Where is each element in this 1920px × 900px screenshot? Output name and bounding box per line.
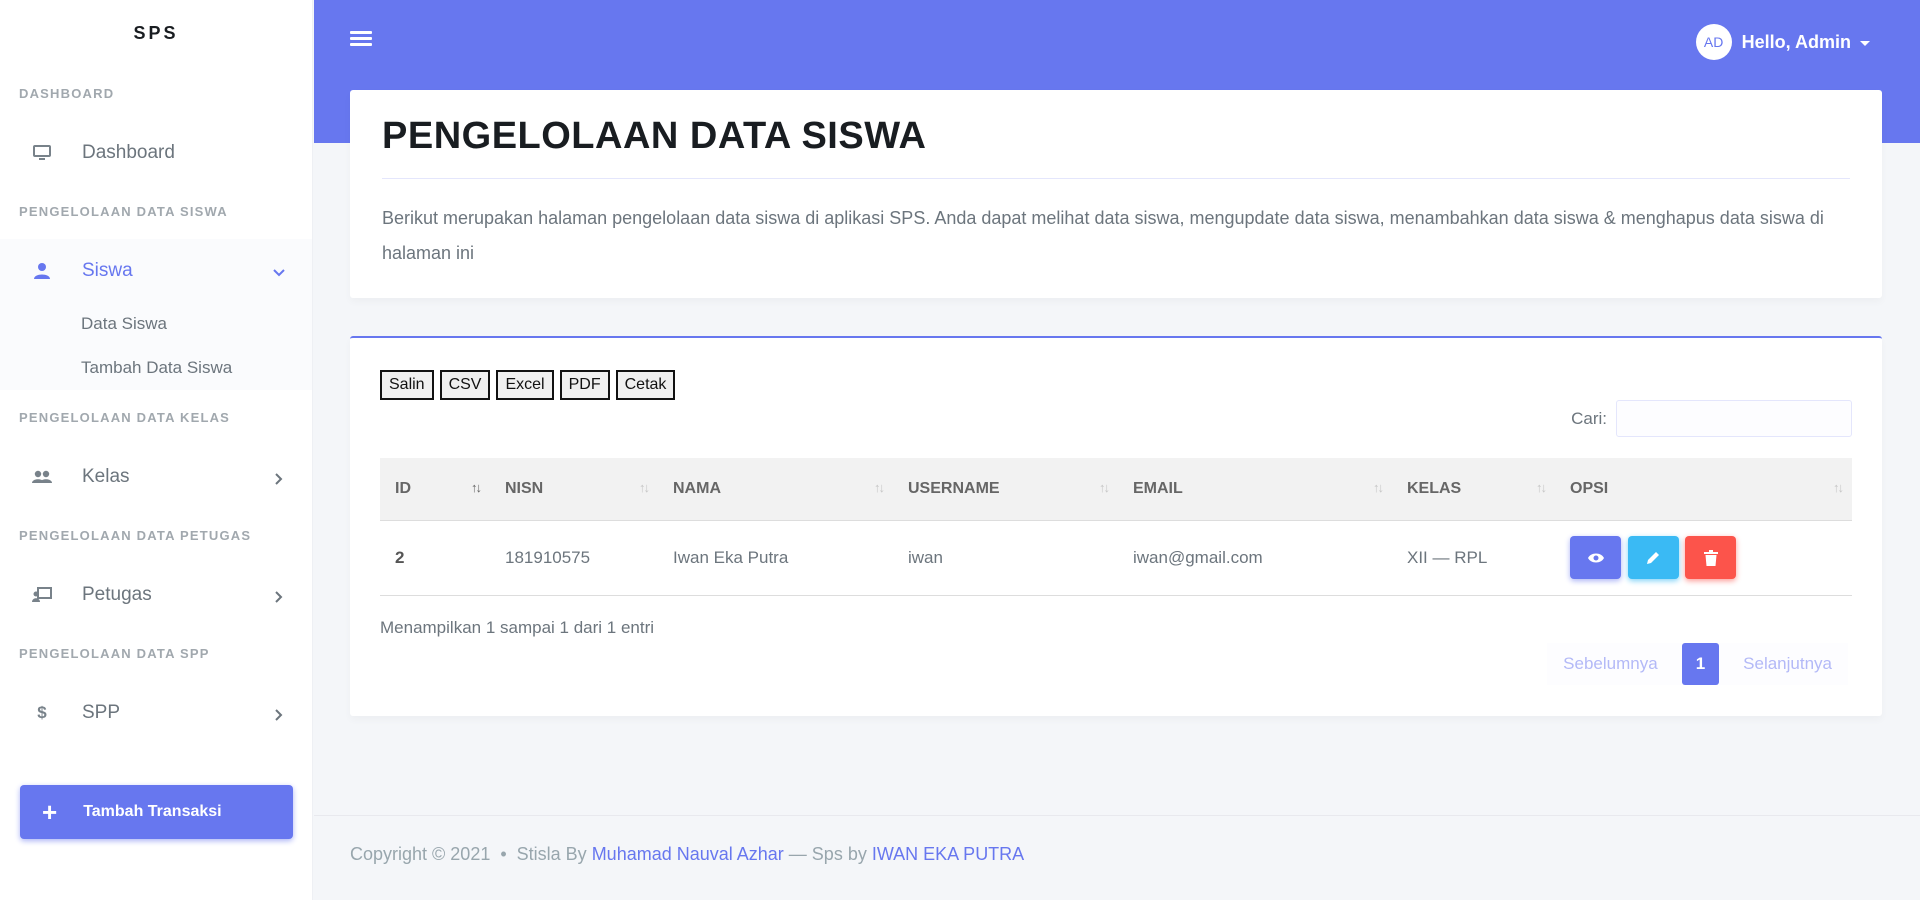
chalkboard-teacher-icon [32,585,52,605]
sidebar-subitem-data-siswa[interactable]: Data Siswa [0,302,312,346]
excel-button[interactable]: Excel [496,370,554,400]
sort-icon: ↑↓ [1833,480,1844,495]
sidebar-item-label: Kelas [82,465,130,487]
plus-icon: + [42,797,58,827]
pagination-page-1[interactable]: 1 [1681,643,1720,685]
column-header-kelas[interactable]: KELAS ↑↓ [1392,458,1555,520]
sidebar-group-siswa: Siswa Data Siswa Tambah Data Siswa [0,239,312,390]
print-button[interactable]: Cetak [615,370,676,400]
sort-icon: ↑↓ [1536,480,1547,495]
menu-header-siswa: PENGELOLAAN DATA SISWA [19,204,228,219]
sidebar-item-dashboard[interactable]: Dashboard [0,121,312,184]
cell-email: iwan@gmail.com [1133,547,1263,567]
cell-kelas: XII — RPL [1407,547,1488,567]
column-header-username[interactable]: USERNAME ↑↓ [893,458,1118,520]
sidebar-item-siswa[interactable]: Siswa [0,239,312,302]
menu-header-kelas: PENGELOLAAN DATA KELAS [19,410,231,425]
sidebar-item-label: Dashboard [82,141,175,163]
dollar-icon: $ [37,702,47,722]
sort-icon: ↑↓ [1099,480,1110,495]
csv-button[interactable]: CSV [439,370,491,400]
trash-icon [1703,549,1718,566]
sidebar-item-label: SPP [82,701,121,723]
table-header-row: ID ↑↓ NISN ↑↓ NAMA ↑↓ USERNAME ↑↓ EMAIL ↑↓ KE… [380,458,1852,520]
sort-icon: ↑↓ [1373,480,1384,495]
menu-header-spp: PENGELOLAAN DATA SPP [19,646,210,661]
section-header-card: PENGELOLAAN DATA SISWA Berikut merupakan… [350,90,1882,298]
search-label: Cari: [1571,408,1607,428]
view-button[interactable] [1570,536,1621,579]
chevron-right-icon [272,588,286,603]
menu-header-dashboard: DASHBOARD [19,86,115,101]
delete-button[interactable] [1685,536,1737,579]
user-icon [32,261,52,281]
caret-down-icon [1860,40,1870,46]
pagination: Sebelumnya 1 Selanjutnya [1547,643,1848,685]
footer-author-link[interactable]: Muhamad Nauval Azhar [592,844,784,864]
sort-icon: ↑↓ [874,480,885,495]
tambah-transaksi-button[interactable]: + Tambah Transaksi [20,785,293,839]
column-header-nama[interactable]: NAMA ↑↓ [658,458,893,520]
footer-sps-author-link[interactable]: IWAN EKA PUTRA [872,844,1024,864]
sort-icon: ↑↓ [471,480,482,495]
sort-icon: ↑↓ [639,480,650,495]
export-buttons: Salin CSV Excel PDF Cetak [380,370,676,400]
chevron-right-icon [272,706,286,721]
copy-button[interactable]: Salin [380,370,434,400]
column-header-opsi[interactable]: OPSI ↑↓ [1555,458,1852,520]
tambah-transaksi-label: Tambah Transaksi [83,803,222,820]
pagination-prev[interactable]: Sebelumnya [1547,643,1674,685]
search-input[interactable] [1616,400,1852,437]
cell-nisn: 181910575 [505,547,591,567]
pdf-button[interactable]: PDF [559,370,610,400]
menu-header-petugas: PENGELOLAAN DATA PETUGAS [19,528,252,543]
eye-icon [1587,553,1604,562]
table-info: Menampilkan 1 sampai 1 dari 1 entri [380,618,655,637]
user-greeting: Hello, Admin [1741,31,1851,52]
avatar: AD [1695,24,1732,60]
search-box: Cari: [1571,400,1852,437]
sidebar-item-label: Petugas [82,583,152,605]
pagination-next[interactable]: Selanjutnya [1727,643,1848,685]
pencil-icon [1647,551,1660,564]
cell-nama: Iwan Eka Putra [673,547,789,567]
cell-opsi [1555,520,1852,595]
sidebar-item-spp[interactable]: $ SPP [0,681,312,744]
siswa-table: ID ↑↓ NISN ↑↓ NAMA ↑↓ USERNAME ↑↓ EMAIL ↑↓ KE… [380,458,1852,596]
sidebar-item-petugas[interactable]: Petugas [0,563,312,626]
footer-mid: — Sps by [783,844,872,864]
cell-username: iwan [908,547,943,567]
edit-button[interactable] [1627,536,1679,579]
sidebar-item-label: Siswa [82,259,133,281]
footer-copyright: Copyright © 2021 • Stisla By [350,844,592,864]
sidebar: SPS DASHBOARD Dashboard PENGELOLAAN DATA… [0,0,313,900]
cell-id: 2 [395,547,405,567]
sidebar-subitem-tambah-siswa[interactable]: Tambah Data Siswa [0,346,312,390]
brand-logo[interactable]: SPS [0,0,312,66]
monitor-icon [32,143,52,163]
users-icon [32,467,52,487]
column-header-id[interactable]: ID ↑↓ [380,458,490,520]
page-description: Berikut merupakan halaman pengelolaan da… [382,208,1824,263]
chevron-right-icon [272,470,286,485]
column-header-email[interactable]: EMAIL ↑↓ [1118,458,1392,520]
page-title: PENGELOLAAN DATA SISWA [382,115,1850,179]
user-dropdown[interactable]: AD Hello, Admin [1695,24,1870,60]
table-row: 2 181910575 Iwan Eka Putra iwan iwan@gma… [380,520,1852,595]
column-header-nisn[interactable]: NISN ↑↓ [490,458,658,520]
footer: Copyright © 2021 • Stisla By Muhamad Nau… [314,815,1920,900]
sidebar-item-kelas[interactable]: Kelas [0,445,312,508]
data-table-card: Salin CSV Excel PDF Cetak Cari: ID ↑↓ NIS… [350,336,1882,716]
chevron-down-icon [272,264,286,278]
hamburger-menu-icon[interactable] [350,28,372,50]
